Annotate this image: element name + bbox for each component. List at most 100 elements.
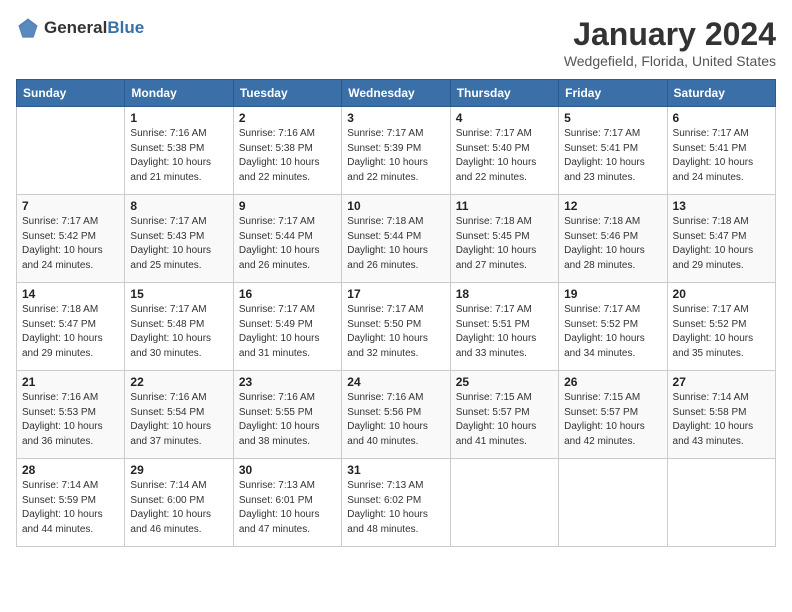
day-info: Sunrise: 7:14 AMSunset: 5:59 PMDaylight:… [22, 479, 119, 537]
day-info: Sunrise: 7:17 AMSunset: 5:41 PMDaylight:… [673, 127, 770, 185]
calendar-cell: 10 Sunrise: 7:18 AMSunset: 5:44 PMDayligh… [342, 195, 450, 283]
day-info: Sunrise: 7:18 AMSunset: 5:44 PMDaylight:… [347, 215, 444, 273]
day-number: 9 [239, 199, 336, 213]
weekday-header-monday: Monday [125, 80, 233, 107]
weekday-header-friday: Friday [559, 80, 667, 107]
day-info: Sunrise: 7:16 AMSunset: 5:38 PMDaylight:… [130, 127, 227, 185]
day-number: 8 [130, 199, 227, 213]
calendar-cell: 18 Sunrise: 7:17 AMSunset: 5:51 PMDayligh… [450, 283, 558, 371]
day-info: Sunrise: 7:17 AMSunset: 5:52 PMDaylight:… [564, 303, 661, 361]
day-number: 28 [22, 463, 119, 477]
location-title: Wedgefield, Florida, United States [564, 53, 776, 69]
day-info: Sunrise: 7:18 AMSunset: 5:45 PMDaylight:… [456, 215, 553, 273]
calendar-cell: 21 Sunrise: 7:16 AMSunset: 5:53 PMDayligh… [17, 371, 125, 459]
day-number: 15 [130, 287, 227, 301]
calendar-cell: 12Sunrise: 7:18 AMSunset: 5:46 PMDayligh… [559, 195, 667, 283]
day-info: Sunrise: 7:15 AMSunset: 5:57 PMDaylight:… [564, 391, 661, 449]
calendar-cell: 9 Sunrise: 7:17 AMSunset: 5:44 PMDaylight… [233, 195, 341, 283]
weekday-header-wednesday: Wednesday [342, 80, 450, 107]
day-info: Sunrise: 7:16 AMSunset: 5:56 PMDaylight:… [347, 391, 444, 449]
day-info: Sunrise: 7:17 AMSunset: 5:52 PMDaylight:… [673, 303, 770, 361]
day-info: Sunrise: 7:16 AMSunset: 5:55 PMDaylight:… [239, 391, 336, 449]
day-number: 10 [347, 199, 444, 213]
day-number: 20 [673, 287, 770, 301]
day-number: 31 [347, 463, 444, 477]
calendar-cell: 20 Sunrise: 7:17 AMSunset: 5:52 PMDayligh… [667, 283, 775, 371]
day-info: Sunrise: 7:17 AMSunset: 5:51 PMDaylight:… [456, 303, 553, 361]
day-number: 23 [239, 375, 336, 389]
day-info: Sunrise: 7:17 AMSunset: 5:39 PMDaylight:… [347, 127, 444, 185]
day-number: 24 [347, 375, 444, 389]
calendar-cell: 2 Sunrise: 7:16 AMSunset: 5:38 PMDaylight… [233, 107, 341, 195]
day-info: Sunrise: 7:17 AMSunset: 5:43 PMDaylight:… [130, 215, 227, 273]
calendar-cell: 4 Sunrise: 7:17 AMSunset: 5:40 PMDaylight… [450, 107, 558, 195]
day-number: 27 [673, 375, 770, 389]
day-info: Sunrise: 7:14 AMSunset: 6:00 PMDaylight:… [130, 479, 227, 537]
day-number: 13 [673, 199, 770, 213]
week-row-1: 1 Sunrise: 7:16 AMSunset: 5:38 PMDaylight… [17, 107, 776, 195]
day-info: Sunrise: 7:16 AMSunset: 5:38 PMDaylight:… [239, 127, 336, 185]
calendar-cell: 1 Sunrise: 7:16 AMSunset: 5:38 PMDaylight… [125, 107, 233, 195]
calendar-cell: 3 Sunrise: 7:17 AMSunset: 5:39 PMDaylight… [342, 107, 450, 195]
month-title: January 2024 [564, 16, 776, 53]
day-info: Sunrise: 7:13 AMSunset: 6:02 PMDaylight:… [347, 479, 444, 537]
day-number: 11 [456, 199, 553, 213]
day-number: 30 [239, 463, 336, 477]
day-number: 4 [456, 111, 553, 125]
day-info: Sunrise: 7:17 AMSunset: 5:41 PMDaylight:… [564, 127, 661, 185]
day-number: 18 [456, 287, 553, 301]
calendar-cell: 7Sunrise: 7:17 AMSunset: 5:42 PMDaylight… [17, 195, 125, 283]
calendar-cell: 8 Sunrise: 7:17 AMSunset: 5:43 PMDaylight… [125, 195, 233, 283]
day-number: 19 [564, 287, 661, 301]
weekday-header-thursday: Thursday [450, 80, 558, 107]
calendar-cell: 23 Sunrise: 7:16 AMSunset: 5:55 PMDayligh… [233, 371, 341, 459]
day-info: Sunrise: 7:14 AMSunset: 5:58 PMDaylight:… [673, 391, 770, 449]
day-info: Sunrise: 7:17 AMSunset: 5:44 PMDaylight:… [239, 215, 336, 273]
calendar-cell: 16 Sunrise: 7:17 AMSunset: 5:49 PMDayligh… [233, 283, 341, 371]
day-number: 12 [564, 199, 661, 213]
day-info: Sunrise: 7:18 AMSunset: 5:47 PMDaylight:… [22, 303, 119, 361]
day-info: Sunrise: 7:17 AMSunset: 5:48 PMDaylight:… [130, 303, 227, 361]
logo-icon [16, 16, 40, 40]
calendar-cell [559, 459, 667, 547]
calendar-cell: 30 Sunrise: 7:13 AMSunset: 6:01 PMDayligh… [233, 459, 341, 547]
weekday-header-sunday: Sunday [17, 80, 125, 107]
calendar-cell: 19 Sunrise: 7:17 AMSunset: 5:52 PMDayligh… [559, 283, 667, 371]
day-info: Sunrise: 7:17 AMSunset: 5:40 PMDaylight:… [456, 127, 553, 185]
day-number: 29 [130, 463, 227, 477]
day-number: 3 [347, 111, 444, 125]
day-info: Sunrise: 7:15 AMSunset: 5:57 PMDaylight:… [456, 391, 553, 449]
weekday-header-row: SundayMondayTuesdayWednesdayThursdayFrid… [17, 80, 776, 107]
calendar-cell: 25Sunrise: 7:15 AMSunset: 5:57 PMDayligh… [450, 371, 558, 459]
day-info: Sunrise: 7:17 AMSunset: 5:50 PMDaylight:… [347, 303, 444, 361]
calendar-table: SundayMondayTuesdayWednesdayThursdayFrid… [16, 79, 776, 547]
calendar-cell: 24 Sunrise: 7:16 AMSunset: 5:56 PMDayligh… [342, 371, 450, 459]
calendar-cell: 29 Sunrise: 7:14 AMSunset: 6:00 PMDayligh… [125, 459, 233, 547]
weekday-header-saturday: Saturday [667, 80, 775, 107]
calendar-cell: 6Sunrise: 7:17 AMSunset: 5:41 PMDaylight… [667, 107, 775, 195]
calendar-cell: 26Sunrise: 7:15 AMSunset: 5:57 PMDayligh… [559, 371, 667, 459]
calendar-cell: 14 Sunrise: 7:18 AMSunset: 5:47 PMDayligh… [17, 283, 125, 371]
day-info: Sunrise: 7:16 AMSunset: 5:53 PMDaylight:… [22, 391, 119, 449]
calendar-cell: 22 Sunrise: 7:16 AMSunset: 5:54 PMDayligh… [125, 371, 233, 459]
day-number: 16 [239, 287, 336, 301]
week-row-4: 21 Sunrise: 7:16 AMSunset: 5:53 PMDayligh… [17, 371, 776, 459]
day-number: 5 [564, 111, 661, 125]
calendar-cell [667, 459, 775, 547]
day-number: 21 [22, 375, 119, 389]
day-number: 22 [130, 375, 227, 389]
day-number: 1 [130, 111, 227, 125]
calendar-cell: 15 Sunrise: 7:17 AMSunset: 5:48 PMDayligh… [125, 283, 233, 371]
calendar-cell: 5 Sunrise: 7:17 AMSunset: 5:41 PMDaylight… [559, 107, 667, 195]
day-info: Sunrise: 7:13 AMSunset: 6:01 PMDaylight:… [239, 479, 336, 537]
day-number: 2 [239, 111, 336, 125]
day-info: Sunrise: 7:17 AMSunset: 5:49 PMDaylight:… [239, 303, 336, 361]
calendar-cell [450, 459, 558, 547]
calendar-cell: 27 Sunrise: 7:14 AMSunset: 5:58 PMDayligh… [667, 371, 775, 459]
day-number: 14 [22, 287, 119, 301]
day-number: 17 [347, 287, 444, 301]
day-info: Sunrise: 7:16 AMSunset: 5:54 PMDaylight:… [130, 391, 227, 449]
calendar-cell: 31 Sunrise: 7:13 AMSunset: 6:02 PMDayligh… [342, 459, 450, 547]
calendar-cell: 13Sunrise: 7:18 AMSunset: 5:47 PMDayligh… [667, 195, 775, 283]
calendar-cell: 17 Sunrise: 7:17 AMSunset: 5:50 PMDayligh… [342, 283, 450, 371]
